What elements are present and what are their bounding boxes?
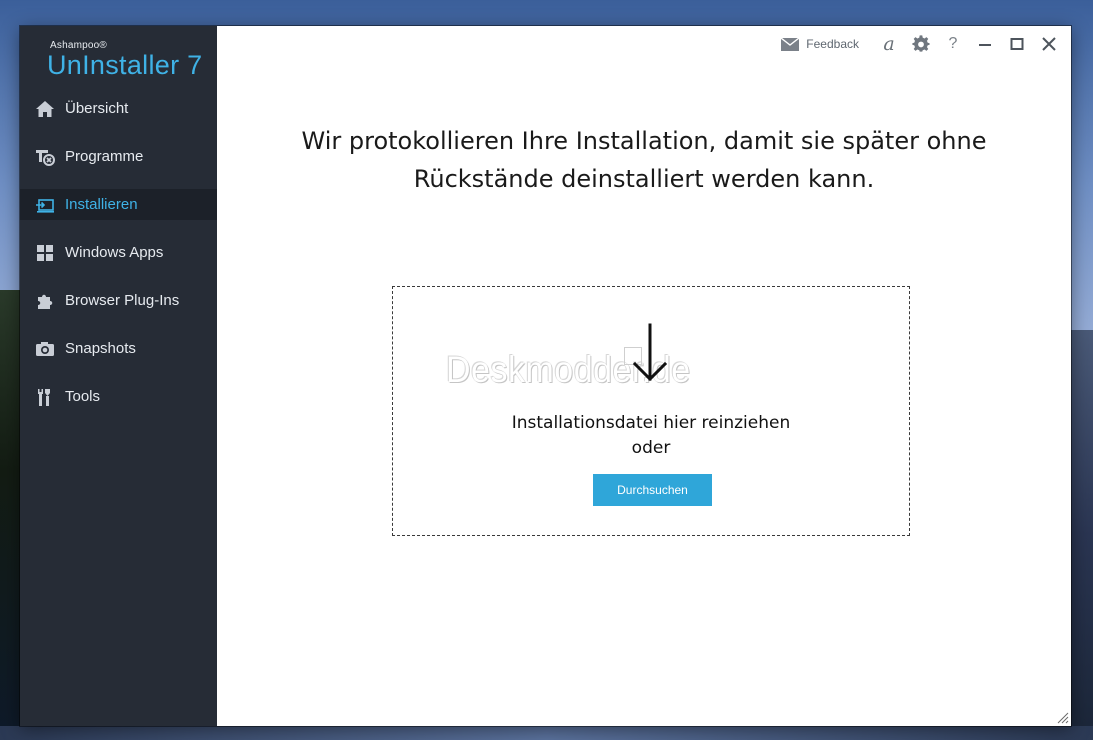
brand-product: UnInstaller 7 (47, 50, 203, 80)
sidebar-item-windows-apps[interactable]: Windows Apps (20, 237, 217, 268)
maximize-button[interactable] (1005, 32, 1029, 56)
title-bar: Feedback a ? (781, 26, 1071, 62)
sidebar-item-label: Snapshots (65, 340, 136, 357)
help-button[interactable]: ? (941, 32, 965, 56)
sidebar: Ashampoo® UnInstaller 7 Übersicht Progra… (20, 26, 217, 726)
close-icon (1042, 37, 1056, 51)
envelope-icon (781, 37, 800, 51)
install-dropzone[interactable]: Deskmodder.de Installationsdatei hier re… (392, 286, 910, 536)
sidebar-item-programme[interactable]: Programme (20, 141, 217, 172)
close-button[interactable] (1037, 32, 1061, 56)
browse-button[interactable]: Durchsuchen (593, 474, 712, 506)
sidebar-item-label: Tools (65, 388, 101, 405)
minimize-icon (979, 44, 991, 46)
sidebar-item-label: Installieren (65, 196, 138, 213)
headline-line-2: Rückstände deinstalliert werden kann. (413, 165, 875, 193)
arrow-down-icon (632, 323, 668, 382)
sidebar-item-label: Programme (65, 148, 144, 165)
sidebar-item-snapshots[interactable]: Snapshots (20, 333, 217, 364)
maximize-icon (1010, 38, 1024, 50)
puzzle-icon (34, 290, 56, 312)
programs-icon (34, 146, 56, 168)
headline-line-1: Wir protokollieren Ihre Installation, da… (301, 127, 987, 155)
dropzone-text-line-1: Installationsdatei hier reinziehen (511, 413, 791, 433)
settings-button[interactable] (909, 32, 933, 56)
sidebar-item-label: Windows Apps (65, 244, 164, 261)
ashampoo-account-icon: a (883, 33, 895, 55)
dropzone-text-line-2: oder (631, 438, 671, 458)
minimize-button[interactable] (973, 32, 997, 56)
sidebar-item-label: Browser Plug-Ins (65, 292, 180, 309)
dropzone-instructions: Installationsdatei hier reinziehen oder (393, 411, 909, 461)
account-button[interactable]: a (877, 32, 901, 56)
windows-apps-icon (34, 242, 56, 264)
resize-grip-icon[interactable] (1057, 712, 1069, 724)
camera-icon (34, 338, 56, 360)
app-window: Ashampoo® UnInstaller 7 Übersicht Progra… (20, 26, 1071, 726)
sidebar-item-label: Übersicht (65, 100, 129, 117)
gear-icon (912, 35, 930, 52)
feedback-label: Feedback (806, 37, 859, 51)
feedback-button[interactable]: Feedback (781, 37, 859, 51)
desktop-background-bottom (0, 726, 1093, 740)
sidebar-item-browser-plugins[interactable]: Browser Plug-Ins (20, 285, 217, 316)
main-panel: Feedback a ? Wir protokollieren Ihre Ins (217, 26, 1071, 726)
tools-icon (34, 386, 56, 408)
sidebar-nav: Übersicht Programme Installieren Windows… (20, 93, 217, 429)
sidebar-item-tools[interactable]: Tools (20, 381, 217, 412)
install-icon (34, 194, 56, 216)
home-icon (34, 98, 56, 120)
page-headline: Wir protokollieren Ihre Installation, da… (217, 122, 1071, 198)
desktop-background-left (0, 290, 22, 740)
desktop-background-right (1069, 330, 1093, 740)
sidebar-item-installieren[interactable]: Installieren (20, 189, 217, 220)
question-mark-icon: ? (948, 35, 958, 52)
sidebar-item-uebersicht[interactable]: Übersicht (20, 93, 217, 124)
